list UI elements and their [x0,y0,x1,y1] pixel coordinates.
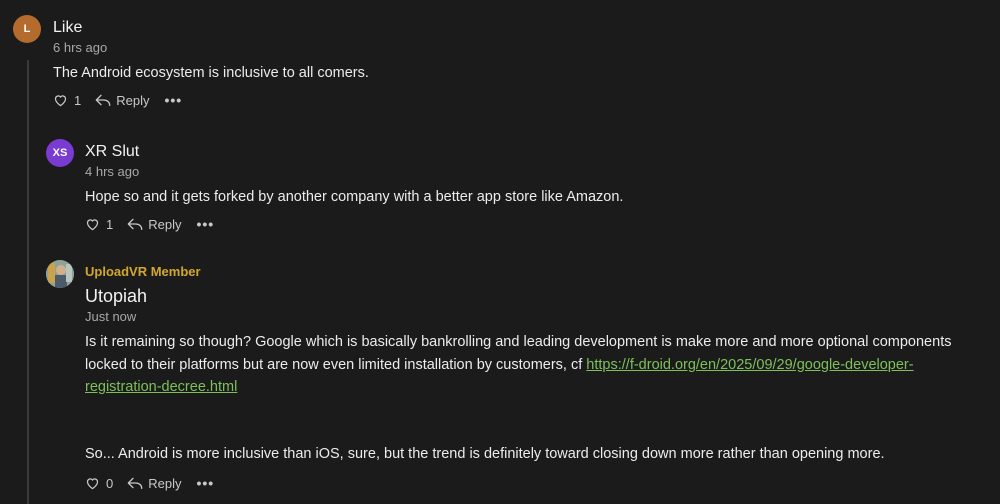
more-options-button[interactable]: ••• [164,92,182,108]
timestamp: 6 hrs ago [53,40,108,55]
heart-outline-icon [86,478,99,490]
user-photo-avatar-icon [46,260,74,288]
like-button[interactable]: 1 [53,93,81,108]
like-count: 1 [74,92,82,108]
more-options-button[interactable]: ••• [196,216,214,232]
comment-body: The Android ecosystem is inclusive to al… [53,65,369,81]
comment-body: Is it remaining so though? Google which … [85,331,980,399]
reply-arrow-icon [127,218,143,230]
reply-arrow-icon [95,94,111,106]
heart-outline-icon [54,95,67,107]
like-button[interactable]: 1 [85,217,113,232]
avatar[interactable] [46,260,74,288]
avatar[interactable]: XS [46,139,74,167]
author-name[interactable]: XR Slut [85,143,139,161]
like-count: 0 [106,475,114,491]
comment-actions: 1 Reply ••• [85,216,214,232]
author-name[interactable]: Like [53,19,82,37]
reply-button[interactable]: Reply [127,476,181,491]
reply-button[interactable]: Reply [127,217,181,232]
more-options-button[interactable]: ••• [196,475,214,491]
comment-paragraph: So... Android is more inclusive than iOS… [85,446,885,462]
author-name[interactable]: Utopiah [85,286,147,307]
avatar-initials: L [23,23,31,35]
timestamp: Just now [85,309,137,324]
comment-body: Hope so and it gets forked by another co… [85,189,624,205]
avatar[interactable]: L [13,15,41,43]
reply-label: Reply [148,216,182,232]
like-count: 1 [106,216,114,232]
reply-label: Reply [116,92,150,108]
reply-button[interactable]: Reply [95,93,149,108]
reply-label: Reply [148,475,182,491]
comment-actions: 0 Reply ••• [85,475,214,491]
like-button[interactable]: 0 [85,476,113,491]
heart-outline-icon [86,219,99,231]
reply-arrow-icon [127,477,143,489]
timestamp: 4 hrs ago [85,164,140,179]
comment-actions: 1 Reply ••• [53,92,182,108]
avatar-initials: XS [52,147,68,159]
member-badge: UploadVR Member [85,264,201,279]
thread-line [27,60,29,504]
